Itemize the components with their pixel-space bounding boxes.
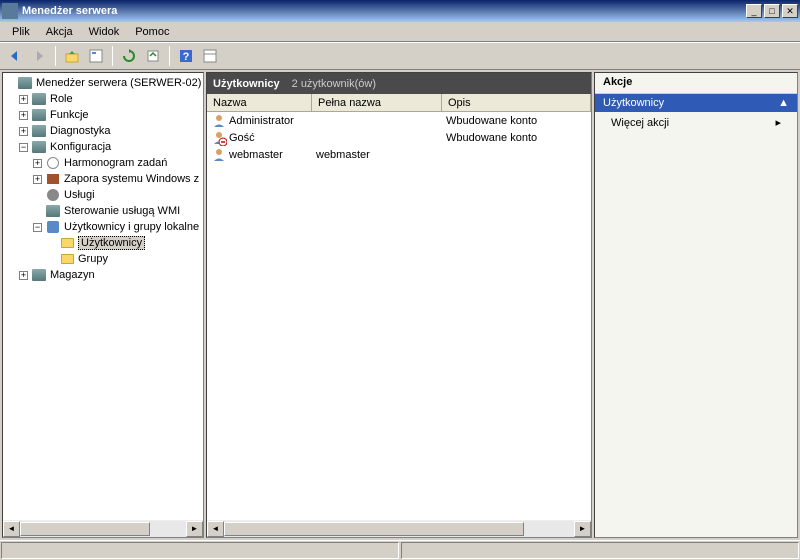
actions-title: Akcje (595, 73, 797, 94)
tree-label: Funkcje (50, 109, 89, 121)
actions-panel: Akcje Użytkownicy ▲ Więcej akcji ▸ (594, 72, 798, 538)
list-panel: Użytkownicy 2 użytkownik(ów) Nazwa Pełna… (206, 72, 592, 538)
scroll-left-button[interactable]: ◄ (207, 521, 224, 537)
up-button[interactable] (61, 45, 83, 67)
tree-diagnostyka[interactable]: +Diagnostyka (5, 123, 201, 139)
tree-label-selected: Użytkownicy (78, 236, 145, 250)
tree-label: Role (50, 93, 73, 105)
list-row[interactable]: Administrator Wbudowane konto (207, 112, 591, 129)
list-body: Administrator Wbudowane konto Gość Wbudo… (207, 112, 591, 520)
tree-users-groups[interactable]: −Użytkownicy i grupy lokalne (5, 219, 201, 235)
scroll-left-button[interactable]: ◄ (3, 521, 20, 537)
tree-label: Użytkownicy i grupy lokalne (64, 221, 199, 233)
list-title: Użytkownicy (213, 78, 280, 90)
svg-text:?: ? (183, 51, 190, 63)
app-icon (2, 3, 18, 19)
tree-panel: Menedżer serwera (SERWER-02) +Role +Funk… (2, 72, 204, 538)
forward-button[interactable] (28, 45, 50, 67)
close-button[interactable]: ✕ (782, 4, 798, 18)
collapse-icon: ▲ (778, 97, 789, 109)
tree-label: Harmonogram zadań (64, 157, 167, 169)
tree-groups[interactable]: Grupy (5, 251, 201, 267)
tree-wmi[interactable]: Sterowanie usługą WMI (5, 203, 201, 219)
more-actions-label: Więcej akcji (611, 117, 669, 129)
tree-funkcje[interactable]: +Funkcje (5, 107, 201, 123)
list-row[interactable]: Gość Wbudowane konto (207, 129, 591, 146)
title-bar: Menedżer serwera _ □ ✕ (0, 0, 800, 22)
tree-magazyn[interactable]: +Magazyn (5, 267, 201, 283)
user-disabled-icon (211, 130, 227, 146)
maximize-button[interactable]: □ (764, 4, 780, 18)
tree-scrollbar[interactable]: ◄ ► (3, 520, 203, 537)
cell-desc: Wbudowane konto (446, 115, 537, 127)
list-header: Użytkownicy 2 użytkownik(ów) (207, 73, 591, 94)
scroll-right-button[interactable]: ► (186, 521, 203, 537)
toolbar-separator (55, 46, 56, 66)
user-icon (211, 113, 227, 129)
menu-action[interactable]: Akcja (38, 24, 81, 40)
tree-harmonogram[interactable]: +Harmonogram zadań (5, 155, 201, 171)
tree-uslugi[interactable]: Usługi (5, 187, 201, 203)
tree-users[interactable]: Użytkownicy (5, 235, 201, 251)
list-row[interactable]: webmaster webmaster (207, 146, 591, 163)
view-button[interactable] (199, 45, 221, 67)
tree-label: Grupy (78, 253, 108, 265)
menu-bar: Plik Akcja Widok Pomoc (0, 22, 800, 42)
toolbar-separator (112, 46, 113, 66)
window-title: Menedżer serwera (22, 5, 746, 17)
tree-label: Konfiguracja (50, 141, 111, 153)
scroll-right-button[interactable]: ► (574, 521, 591, 537)
toolbar: ? (0, 42, 800, 70)
minimize-button[interactable]: _ (746, 4, 762, 18)
tree-label: Usługi (64, 189, 95, 201)
menu-file[interactable]: Plik (4, 24, 38, 40)
col-name[interactable]: Nazwa (207, 94, 312, 111)
column-headers: Nazwa Pełna nazwa Opis (207, 94, 591, 112)
status-bar (0, 540, 800, 560)
cell-full: webmaster (316, 149, 370, 161)
tree-label: Sterowanie usługą WMI (64, 205, 180, 217)
chevron-right-icon: ▸ (775, 116, 781, 129)
tree-konfiguracja[interactable]: −Konfiguracja (5, 139, 201, 155)
back-button[interactable] (4, 45, 26, 67)
tree-zapora[interactable]: +Zapora systemu Windows z (5, 171, 201, 187)
properties-button[interactable] (85, 45, 107, 67)
user-icon (211, 147, 227, 163)
menu-help[interactable]: Pomoc (127, 24, 177, 40)
cell-name: Administrator (229, 115, 294, 127)
toolbar-separator (169, 46, 170, 66)
help-button[interactable]: ? (175, 45, 197, 67)
tree-label: Menedżer serwera (SERWER-02) (36, 77, 201, 89)
cell-name: Gość (229, 132, 255, 144)
tree-label: Zapora systemu Windows z (64, 173, 199, 185)
list-count: 2 użytkownik(ów) (292, 78, 376, 90)
col-fullname[interactable]: Pełna nazwa (312, 94, 442, 111)
export-button[interactable] (142, 45, 164, 67)
tree-label: Magazyn (50, 269, 95, 281)
list-scrollbar[interactable]: ◄ ► (207, 520, 591, 537)
status-cell (1, 542, 399, 559)
tree-root[interactable]: Menedżer serwera (SERWER-02) (5, 75, 201, 91)
col-desc[interactable]: Opis (442, 94, 591, 111)
menu-view[interactable]: Widok (81, 24, 128, 40)
actions-section-label: Użytkownicy (603, 97, 664, 109)
actions-section-header[interactable]: Użytkownicy ▲ (595, 94, 797, 112)
tree-role[interactable]: +Role (5, 91, 201, 107)
refresh-button[interactable] (118, 45, 140, 67)
more-actions[interactable]: Więcej akcji ▸ (595, 112, 797, 133)
status-cell (401, 542, 799, 559)
tree-label: Diagnostyka (50, 125, 111, 137)
cell-name: webmaster (229, 149, 283, 161)
cell-desc: Wbudowane konto (446, 132, 537, 144)
